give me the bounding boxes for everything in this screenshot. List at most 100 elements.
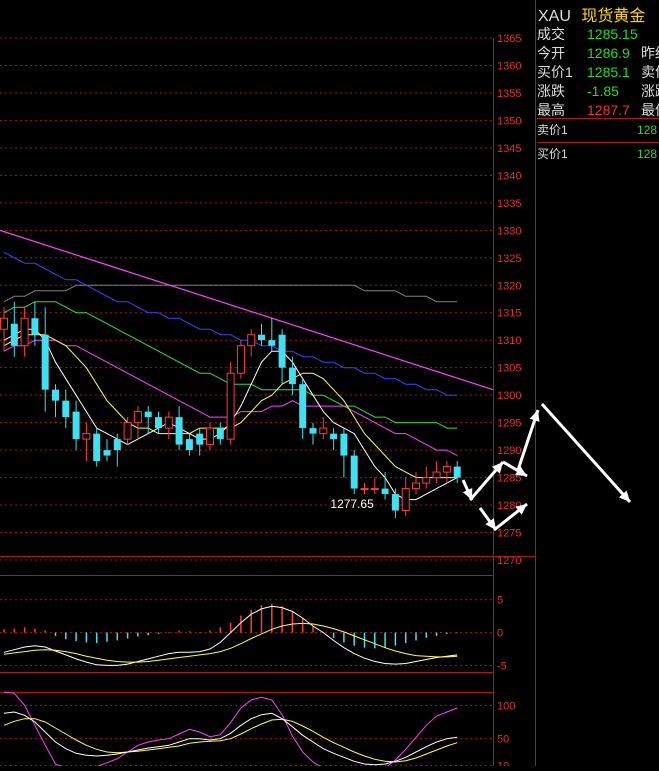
macd-bottom-border [0,672,493,673]
quote-value: -1.85 [587,83,619,99]
candle-body [412,482,420,490]
y-tick-label: 1275 [497,528,521,540]
y-tick-label: 1345 [497,143,521,155]
kdj-y-tick: 10 [497,760,509,766]
symbol-name: 现货黄金 [581,8,646,25]
book-bid-row: 买价1 128 [537,145,659,163]
candle-body [123,422,132,440]
y-tick-label: 1340 [497,170,521,182]
kdj-y-tick: 100 [497,700,515,712]
candle-body [113,439,121,451]
candle-body [175,417,183,445]
candle-body [133,411,142,424]
candle-body [453,466,461,478]
candle-body [288,367,296,385]
right-divider [535,0,536,766]
candle-body [185,439,193,451]
candle-body [278,334,286,368]
macd-y-tick: 0 [497,628,503,640]
trend-line [0,229,494,391]
candle-body [381,488,389,495]
candle-body [144,411,152,418]
candle-body [0,317,8,330]
macd-dif-line [3,605,458,666]
candle-body [216,428,224,440]
y-tick-label: 1305 [497,363,521,375]
quote-value: 1285.1 [587,64,630,80]
candle-body [350,455,358,489]
symbol-code: XAU [538,8,571,25]
candle-body [206,427,214,446]
quote-label: 今开 [537,45,565,61]
candle-body [20,317,29,347]
quote-value: 1286.9 [587,45,630,61]
candle-body [268,340,276,346]
kdj-y-tick: 50 [497,734,509,746]
y-tick-label: 1360 [497,60,521,72]
y-tick-label: 1355 [497,88,521,100]
quote-extra: 卖价 [641,64,659,80]
kdj-d-line [3,718,458,763]
macd-top-border [0,575,493,576]
candle-body [432,471,441,479]
candle-body [103,450,111,456]
candle-body [164,416,173,429]
symbol-header: XAU 现货黄金 [538,2,645,26]
forecast-arrow-head [529,410,540,422]
candle-body [319,427,328,435]
book-value: 128 [637,147,658,161]
candle-body [370,488,379,491]
book-ask-row: 卖价1 128 [537,121,659,139]
candle-body [422,477,431,484]
candle-body [330,433,338,440]
book-label: 卖价1 [537,123,568,137]
ma120-line [3,284,458,303]
quote-value: 1285.15 [587,26,638,42]
candle-body [72,411,80,440]
quote-row-change: 涨跌 -1.85 涨跌 [537,82,659,100]
y-tick-label: 1310 [497,335,521,347]
book-value: 128 [637,123,658,137]
book-label: 买价1 [537,147,568,161]
candle-body [155,417,162,429]
y-tick-label: 1330 [497,225,521,237]
candle-body [340,433,348,456]
quote-row-high: 最高 1287.7 最低 [537,101,659,119]
y-tick-label: 1335 [497,198,521,210]
candle-body [10,323,18,346]
quote-value: 1287.7 [587,102,630,118]
quote-label: 成交 [537,26,565,42]
candle-body [299,384,307,429]
low-price-label: 1277.65 [330,497,374,511]
main-panel-bottom-border [0,556,536,557]
candle-body [31,318,39,335]
candle-body [391,494,399,511]
y-tick-label: 1295 [497,418,521,430]
quote-label: 买价1 [537,64,573,80]
y-tick-label: 1365 [497,33,521,45]
y-tick-label: 1315 [497,308,521,320]
kdj-top-border [0,692,493,693]
quote-row-open: 今开 1286.9 昨结 [537,44,659,62]
forecast-arrow-shaft [540,402,632,504]
candle-body [401,488,410,512]
candle-body [196,433,204,445]
candle-body [82,433,91,440]
candle-body [360,488,369,491]
candle-body [62,400,70,418]
book-separator [537,142,659,143]
quote-extra: 昨结 [641,45,659,61]
candle-body [442,466,451,473]
y-tick-label: 1300 [497,390,521,402]
y-tick-label: 1350 [497,115,521,127]
candle-body [41,334,49,390]
quote-label: 涨跌 [537,83,565,99]
quote-extra: 最低 [641,102,659,118]
axis-divider [493,38,494,766]
quote-extra: 涨跌 [641,83,659,99]
macd-y-tick: -5 [497,660,507,672]
candle-body [247,334,256,347]
candle-body [226,372,235,440]
y-tick-label: 1320 [497,280,521,292]
y-tick-label: 1325 [497,253,521,265]
